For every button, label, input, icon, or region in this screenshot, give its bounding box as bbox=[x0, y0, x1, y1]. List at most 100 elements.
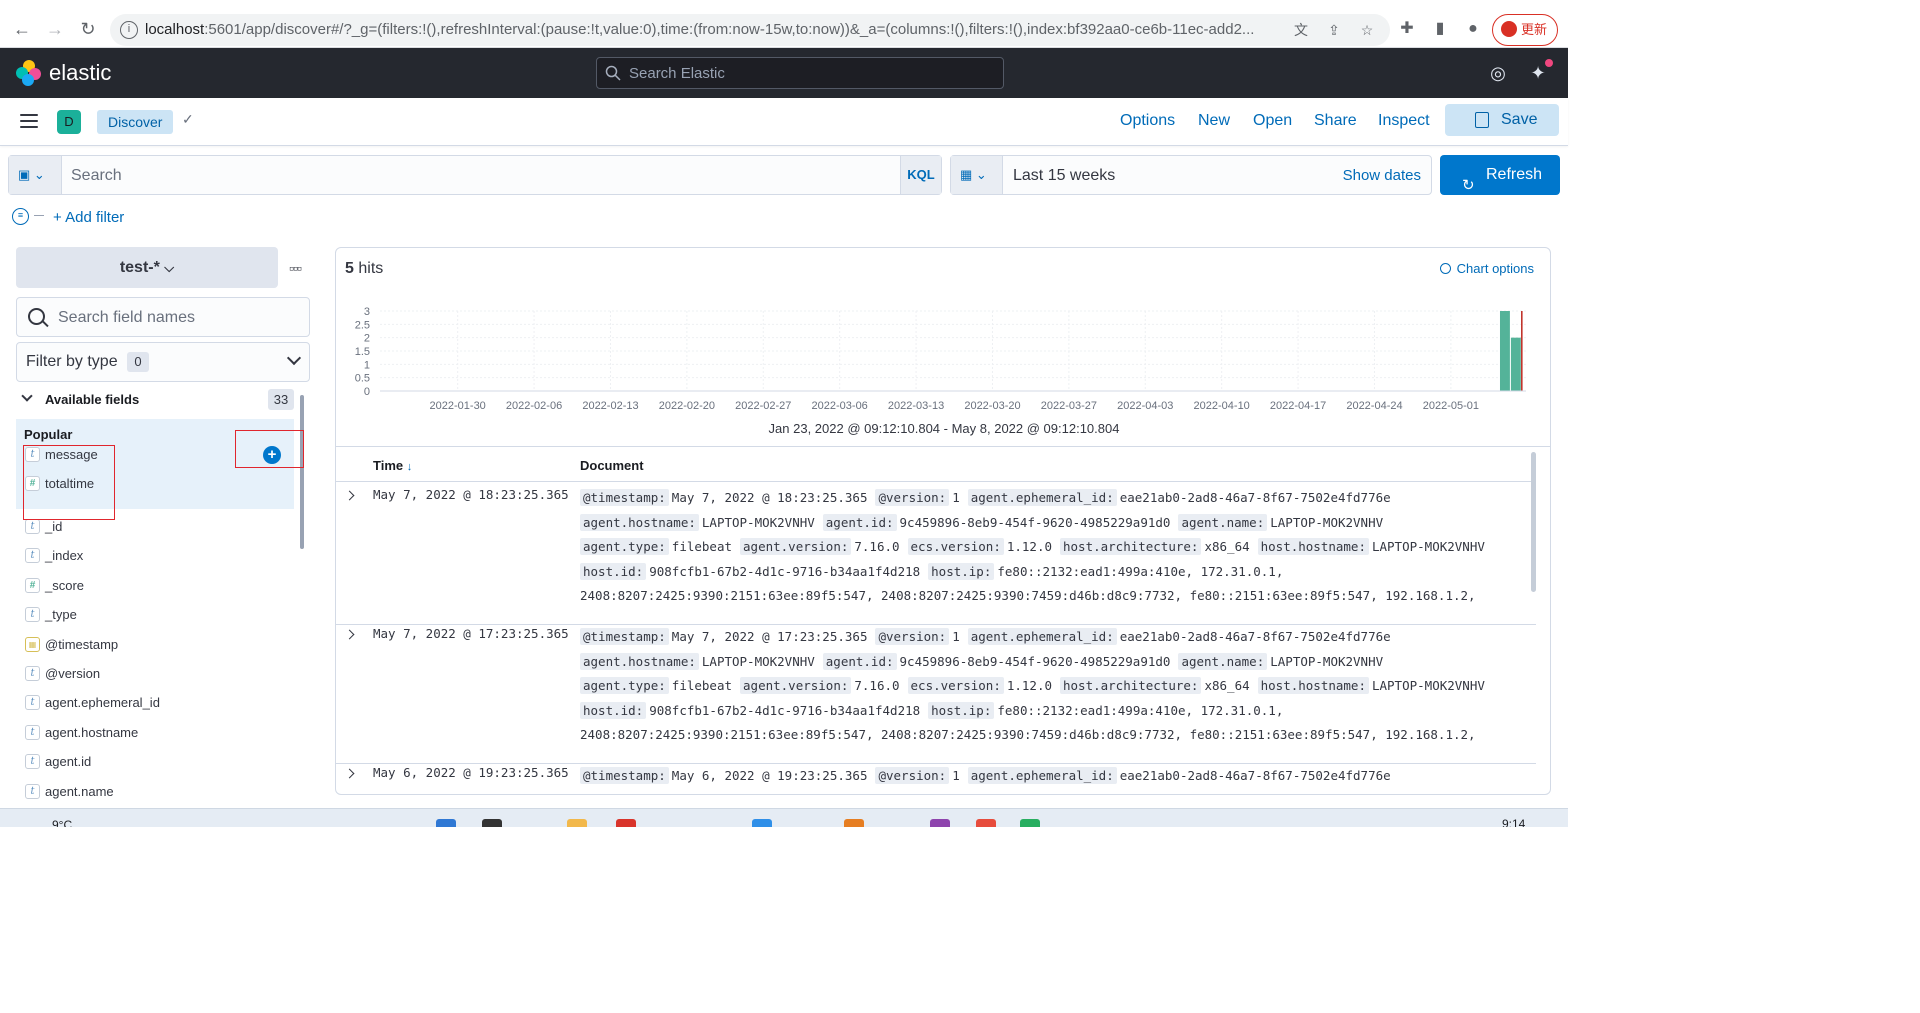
y-tick-label: 3 bbox=[364, 306, 370, 318]
string-type-icon: t bbox=[25, 724, 40, 740]
back-icon[interactable]: ← bbox=[11, 18, 33, 40]
os-taskbar: 9°C 9:14 bbox=[0, 808, 1568, 827]
histogram-bar[interactable] bbox=[1510, 337, 1521, 391]
share-link[interactable]: Share bbox=[1314, 112, 1357, 130]
document-line: @timestamp: May 7, 2022 @ 17:23:25.365 @ve… bbox=[580, 625, 1530, 650]
new-link[interactable]: New bbox=[1198, 112, 1230, 130]
start-icon[interactable] bbox=[436, 819, 456, 827]
elastic-logo-icon[interactable] bbox=[16, 60, 42, 86]
open-link[interactable]: Open bbox=[1253, 112, 1292, 130]
elastic-brand[interactable]: elastic bbox=[49, 60, 111, 86]
doc-field-value: eae21ab0-2ad8-46a7-8f67-7502e4fd776e bbox=[1119, 629, 1391, 644]
app-icon[interactable] bbox=[844, 819, 864, 827]
field-item[interactable]: t agent.id bbox=[16, 748, 294, 777]
available-fields-count: 33 bbox=[268, 389, 294, 410]
browser-update-button[interactable]: 更新 bbox=[1492, 14, 1558, 46]
help-icon[interactable]: ◎ bbox=[1487, 62, 1509, 84]
url-host: localhost bbox=[145, 21, 205, 38]
doc-field-key: ecs.version: bbox=[907, 538, 1004, 556]
hits-number: 5 bbox=[345, 260, 354, 277]
sidebar-scrollbar[interactable] bbox=[300, 395, 304, 549]
table-scrollbar[interactable] bbox=[1531, 452, 1536, 592]
add-filter-button[interactable]: + Add filter bbox=[53, 209, 124, 226]
string-type-icon: t bbox=[25, 519, 40, 534]
file-explorer-icon[interactable] bbox=[567, 819, 587, 827]
site-info-icon[interactable]: i bbox=[120, 21, 138, 39]
expand-row-icon[interactable] bbox=[344, 768, 355, 779]
document-line: agent.hostname: LAPTOP-MOK2VNHV agent.id: 9… bbox=[580, 650, 1530, 675]
column-header-time[interactable]: Time ↓ bbox=[373, 458, 412, 473]
field-item[interactable]: ▦ @timestamp bbox=[16, 631, 294, 660]
field-item[interactable]: t _type bbox=[16, 601, 294, 630]
x-tick-label: 2022-03-06 bbox=[812, 400, 868, 412]
hits-count: 5 hits bbox=[345, 260, 383, 278]
filter-menu-icon[interactable]: ≡ bbox=[12, 208, 29, 225]
string-type-icon: t bbox=[25, 754, 40, 770]
profile-icon[interactable]: ● bbox=[1462, 18, 1484, 40]
app-subnav: D Discover ✓ Options New Open Share Insp… bbox=[0, 98, 1568, 146]
share-page-icon[interactable]: ⇪ bbox=[1325, 21, 1343, 39]
search-taskbar-icon[interactable] bbox=[482, 819, 502, 827]
app-icon[interactable] bbox=[752, 819, 772, 827]
table-row[interactable]: May 6, 2022 @ 19:23:25.365 @timestamp: May… bbox=[336, 764, 1536, 794]
show-dates-link[interactable]: Show dates bbox=[1343, 167, 1421, 184]
address-bar[interactable]: i localhost:5601/app/discover#/?_g=(filt… bbox=[110, 14, 1390, 46]
hits-label: hits bbox=[358, 260, 384, 277]
space-avatar[interactable]: D bbox=[57, 110, 81, 134]
document-line: agent.hostname: LAPTOP-MOK2VNHV agent.id: 9… bbox=[580, 511, 1530, 536]
field-item[interactable]: t agent.hostname bbox=[16, 719, 294, 748]
y-tick-label: 2.5 bbox=[355, 319, 370, 331]
app-icon[interactable] bbox=[1020, 819, 1040, 827]
x-tick-label: 2022-02-27 bbox=[735, 400, 791, 412]
more-options-icon[interactable]: ▫▫▫ bbox=[289, 260, 302, 276]
string-type-icon: t bbox=[25, 783, 40, 799]
expand-row-icon[interactable] bbox=[344, 629, 355, 640]
saved-query-button[interactable]: ▣ ⌄ bbox=[9, 156, 62, 194]
kql-toggle[interactable]: KQL bbox=[900, 156, 941, 194]
weather-widget[interactable]: 9°C bbox=[52, 818, 72, 827]
refresh-button[interactable]: ↻ Refresh bbox=[1440, 155, 1560, 195]
field-item[interactable]: t _index bbox=[16, 542, 294, 571]
extensions-icon[interactable]: ✚ bbox=[1396, 18, 1418, 40]
bookmark-star-icon[interactable]: ☆ bbox=[1358, 21, 1376, 39]
x-tick-label: 2022-02-13 bbox=[582, 400, 638, 412]
sort-down-icon[interactable]: ↓ bbox=[407, 461, 413, 473]
histogram-chart[interactable]: 32.5 21.51 0.50 2022-01-30 2022-02-06 2022-02… bbox=[336, 303, 1551, 423]
table-row[interactable]: May 7, 2022 @ 18:23:25.365 @timestamp: May… bbox=[336, 486, 1536, 625]
update-avatar-icon bbox=[1501, 21, 1517, 37]
table-row[interactable]: May 7, 2022 @ 17:23:25.365 @timestamp: May… bbox=[336, 625, 1536, 764]
doc-field-value: fe80::2132:ead1:499a:410e, 172.31.0.1, bbox=[997, 702, 1284, 718]
app-icon[interactable] bbox=[976, 819, 996, 827]
field-item[interactable]: t agent.ephemeral_id bbox=[16, 689, 294, 718]
doc-field-value: eae21ab0-2ad8-46a7-8f67-7502e4fd776e bbox=[1119, 768, 1391, 783]
field-item[interactable]: # _score bbox=[16, 572, 294, 601]
field-item[interactable]: t @version bbox=[16, 660, 294, 689]
filter-by-type-button[interactable]: Filter by type 0 bbox=[16, 342, 310, 382]
calendar-icon[interactable]: ▦ ⌄ bbox=[951, 156, 1003, 194]
breadcrumb[interactable]: Discover bbox=[97, 110, 174, 134]
query-input[interactable]: Search bbox=[71, 167, 122, 185]
field-item[interactable]: t agent.name bbox=[16, 778, 294, 807]
translate-icon[interactable]: 文 bbox=[1292, 21, 1310, 39]
side-panel-icon[interactable]: ▮ bbox=[1429, 18, 1451, 40]
histogram-bar[interactable] bbox=[1499, 311, 1510, 391]
app-icon[interactable] bbox=[930, 819, 950, 827]
menu-icon[interactable] bbox=[20, 114, 38, 128]
expand-row-icon[interactable] bbox=[344, 490, 355, 501]
forward-icon[interactable]: → bbox=[44, 18, 66, 40]
doc-field-key: agent.ephemeral_id: bbox=[967, 489, 1117, 506]
field-search-placeholder: Search field names bbox=[58, 309, 195, 326]
save-button[interactable]: Save bbox=[1445, 104, 1559, 136]
time-range[interactable]: Last 15 weeks bbox=[1013, 167, 1115, 185]
url-text[interactable]: localhost:5601/app/discover#/?_g=(filter… bbox=[145, 21, 1285, 38]
chrome-taskbar-icon[interactable] bbox=[616, 819, 636, 827]
global-search-input[interactable]: Search Elastic bbox=[596, 57, 1004, 89]
reload-icon[interactable]: ↻ bbox=[77, 18, 99, 40]
options-link[interactable]: Options bbox=[1120, 112, 1175, 130]
filter-by-type-label: Filter by type bbox=[26, 353, 118, 370]
available-fields-toggle[interactable]: Available fields 33 bbox=[16, 388, 294, 412]
chart-options-button[interactable]: Chart options bbox=[1439, 261, 1534, 276]
index-pattern-selector[interactable]: test-* ⌵ bbox=[16, 247, 278, 288]
inspect-link[interactable]: Inspect bbox=[1378, 112, 1430, 130]
field-search-input[interactable]: Search field names bbox=[16, 297, 310, 337]
